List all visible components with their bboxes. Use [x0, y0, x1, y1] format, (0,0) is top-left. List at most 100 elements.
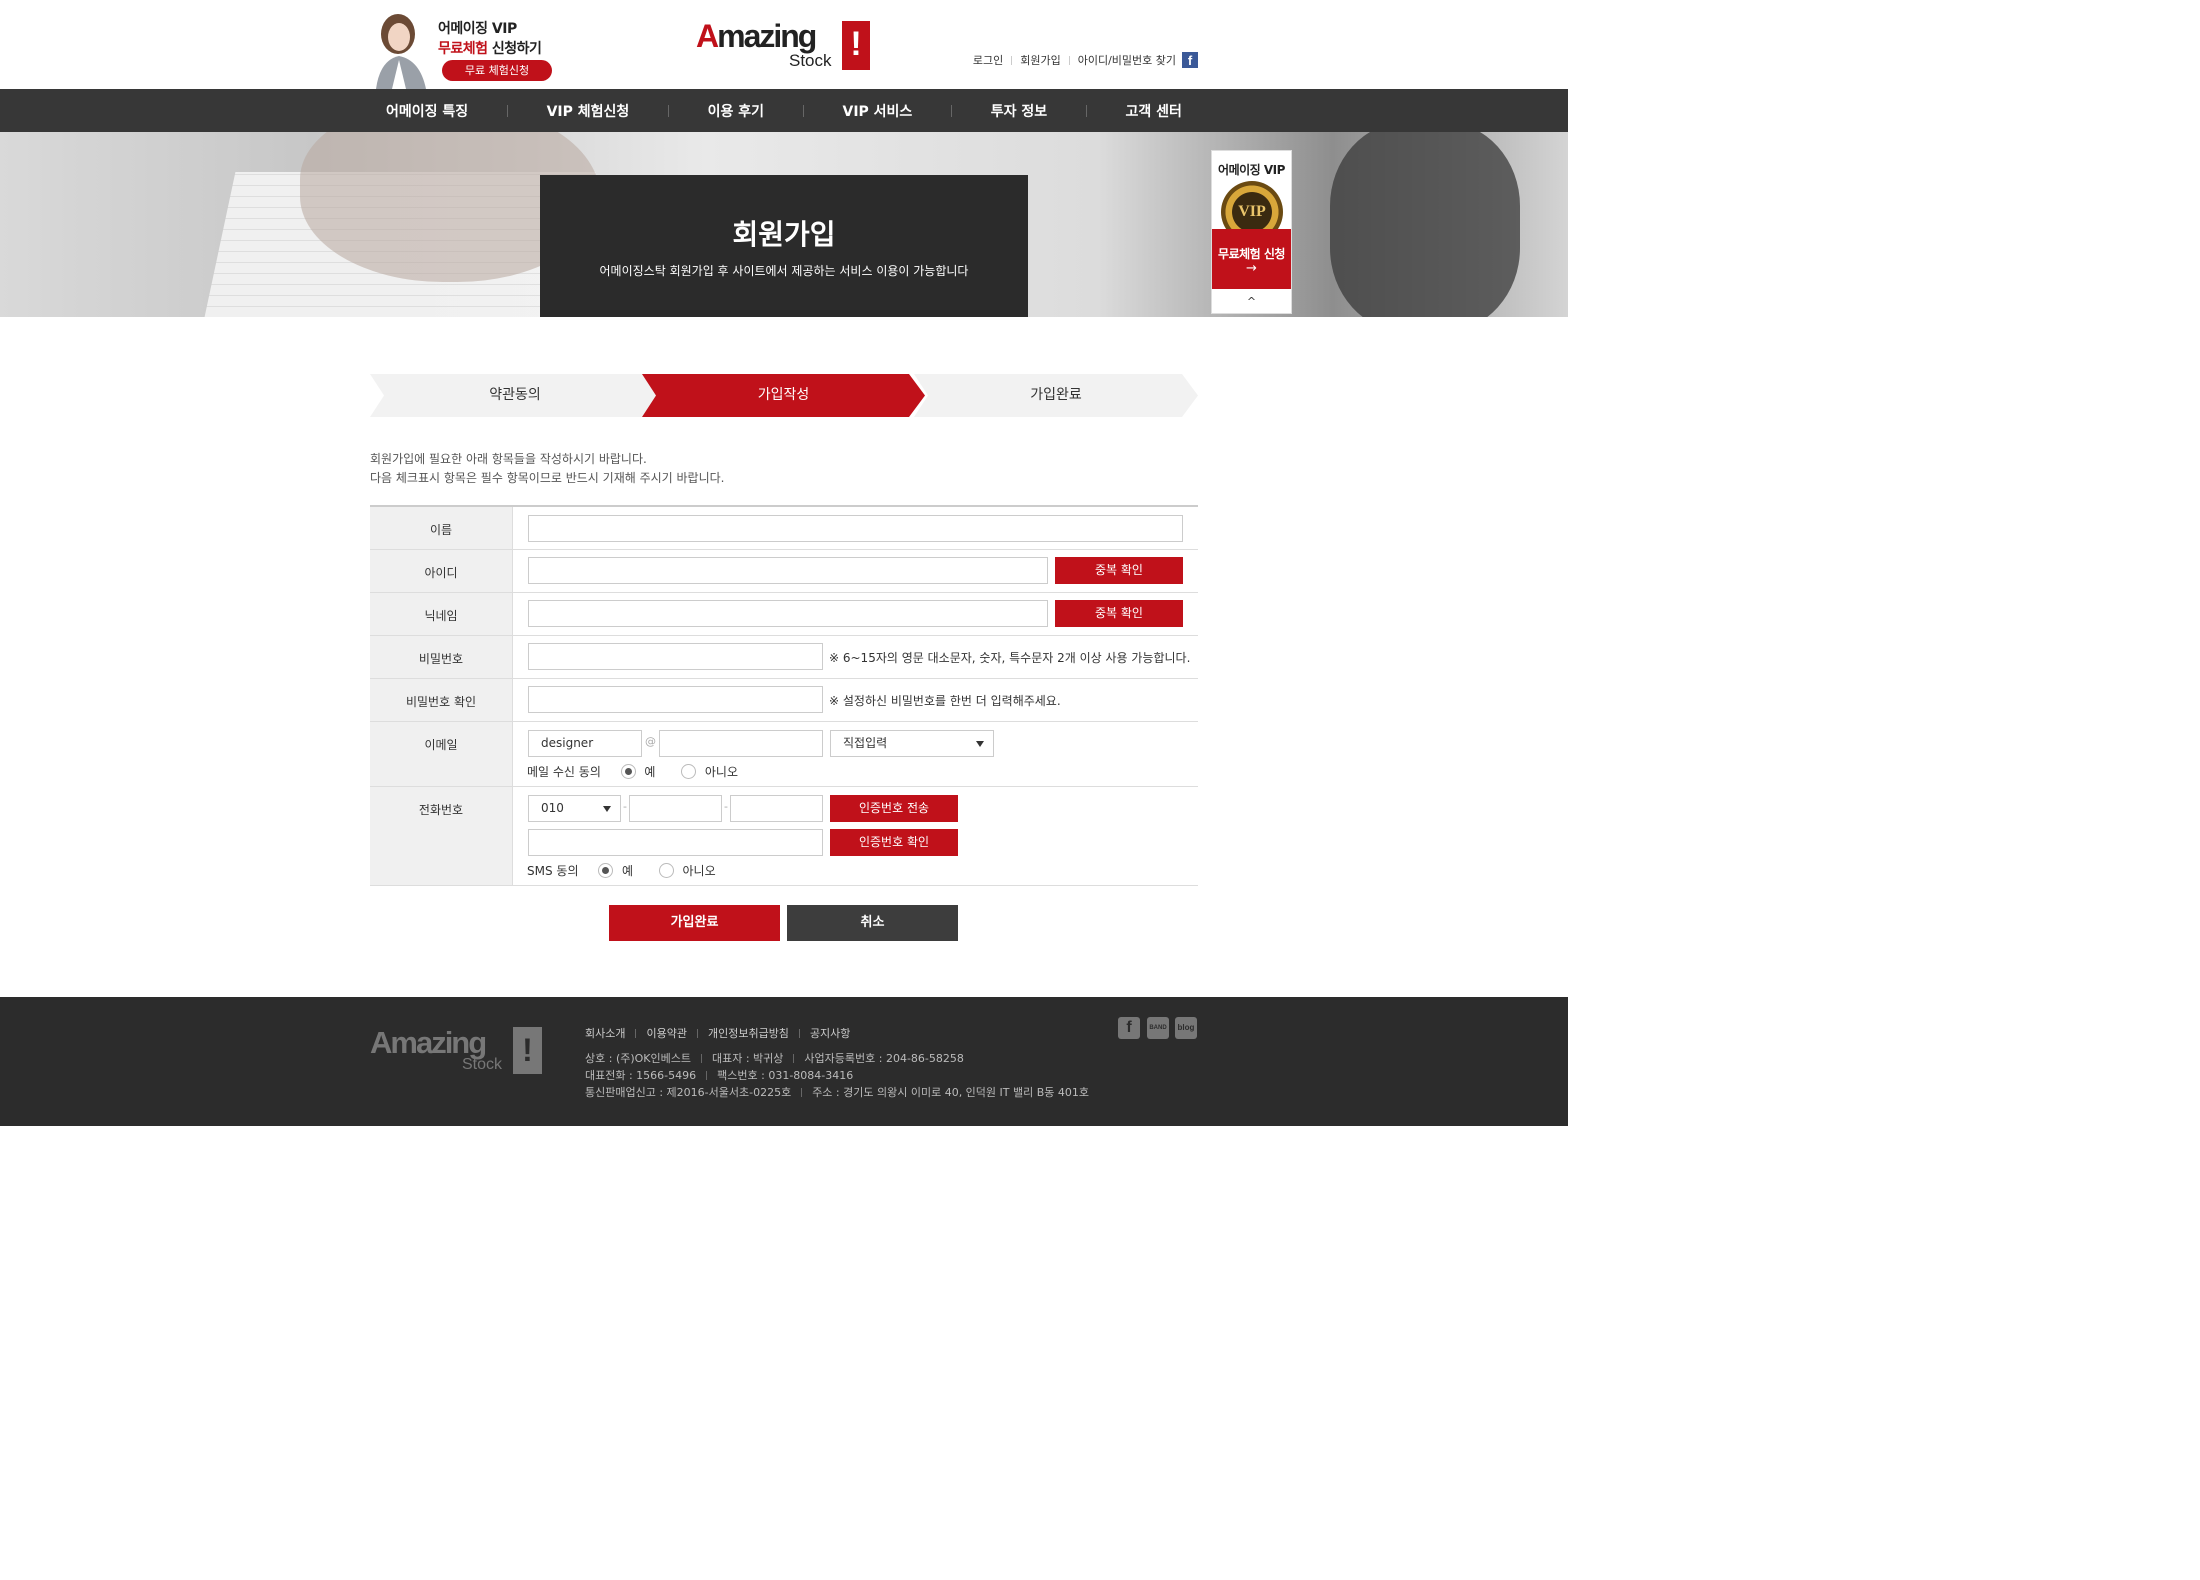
side-vip-banner[interactable]: 어메이징 VIP VIP 무료체험 신청 → ^: [1211, 150, 1292, 314]
email-user-input[interactable]: designer: [528, 730, 642, 757]
footer-link-privacy[interactable]: 개인정보취급방침: [708, 1025, 789, 1041]
sms-consent-yes-radio[interactable]: [598, 863, 614, 878]
nav-divider: [951, 104, 953, 117]
nav-item-vip-trial[interactable]: VIP 체험신청: [531, 101, 646, 121]
nav-item-features[interactable]: 어메이징 특징: [370, 101, 484, 121]
top-header: 어메이징 VIP 무료체험 신청하기 무료 체험신청 Amazing Stock…: [0, 0, 1568, 89]
footer-link-notice[interactable]: 공지사항: [810, 1025, 850, 1041]
footer-logo-exclaim-icon: !: [513, 1027, 542, 1074]
name-input[interactable]: [528, 515, 1183, 542]
intro-line2: 다음 체크표시 항목은 필수 항목이므로 반드시 기재해 주시기 바랍니다.: [370, 471, 725, 485]
email-at-sign: @: [645, 735, 656, 748]
sms-consent-no-radio[interactable]: [658, 863, 674, 878]
phone-label: 전화번호: [418, 803, 464, 817]
footer-divider: [701, 1053, 702, 1063]
nav-divider: [667, 104, 669, 117]
footer-link-about[interactable]: 회사소개: [585, 1025, 625, 1041]
id-duplicate-check-button[interactable]: 중복 확인: [1055, 557, 1183, 584]
form-label: 이름: [370, 507, 513, 549]
scroll-top-icon[interactable]: ^: [1212, 291, 1291, 313]
send-verification-code-button[interactable]: 인증번호 전송: [830, 795, 958, 822]
logo-amazing-rest: mazing: [717, 18, 817, 54]
mail-consent-no-radio[interactable]: [681, 764, 697, 779]
footer-address: 주소 : 경기도 의왕시 이미로 40, 인덕원 IT 밸리 B동 401호: [812, 1086, 1090, 1099]
step-form-label: 가입작성: [757, 387, 810, 403]
form-row-password-confirm: 비밀번호 확인 ※ 설정하신 비밀번호를 한번 더 입력해주세요.: [370, 679, 1198, 722]
footer-info-line1: 상호 : (주)OK인베스트 대표자 : 박귀상 사업자등록번호 : 204-8…: [585, 1050, 964, 1066]
vip-promo-banner[interactable]: 어메이징 VIP 무료체험 신청하기 무료 체험신청: [370, 10, 560, 89]
phone-last-input[interactable]: [730, 795, 823, 822]
promo-line2: 무료체험 신청하기: [438, 38, 542, 58]
form-label: 닉네임: [370, 593, 513, 635]
password-confirm-input[interactable]: [528, 686, 823, 713]
email-domain-input[interactable]: [659, 730, 823, 757]
side-free-trial-label: 무료체험 신청: [1218, 247, 1285, 261]
footer-links: 회사소개 이용약관 개인정보취급방침 공지사항: [585, 1025, 850, 1041]
cancel-button[interactable]: 취소: [787, 905, 958, 941]
blog-icon[interactable]: blog: [1175, 1017, 1197, 1039]
submit-signup-button[interactable]: 가입완료: [609, 905, 780, 941]
phone-prefix-select[interactable]: 010: [528, 795, 621, 822]
form-row-name: 이름: [370, 507, 1198, 550]
util-divider: [1068, 55, 1070, 65]
verification-code-input[interactable]: [528, 829, 823, 856]
footer-ecommerce: 통신판매업신고 : 제2016-서울서초-0225호: [585, 1086, 792, 1099]
join-link[interactable]: 회원가입: [1020, 52, 1060, 68]
phone-middle-input[interactable]: [629, 795, 722, 822]
form-label: 이메일: [370, 722, 513, 786]
email-domain-select[interactable]: 직접입력: [830, 730, 994, 757]
facebook-icon[interactable]: f: [1182, 52, 1198, 68]
email-label: 이메일: [424, 738, 458, 752]
nickname-duplicate-check-button[interactable]: 중복 확인: [1055, 600, 1183, 627]
sms-consent-yes-label: 예: [621, 864, 634, 878]
footer-logo: Amazing Stock !: [370, 1025, 545, 1075]
utility-links: 로그인 회원가입 아이디/비밀번호 찾기 f: [973, 52, 1198, 68]
signup-form: 이름 아이디 중복 확인 닉네임 중복 확인 비밀번호 ※ 6~15자의 영문 …: [370, 505, 1198, 886]
logo-a-letter: A: [696, 18, 719, 54]
nickname-input[interactable]: [528, 600, 1048, 627]
nav-divider: [1085, 104, 1087, 117]
nav-divider: [506, 104, 508, 117]
band-icon[interactable]: BAND: [1147, 1017, 1169, 1039]
facebook-icon[interactable]: f: [1118, 1017, 1140, 1039]
name-label: 이름: [429, 523, 453, 537]
footer-link-terms[interactable]: 이용약관: [646, 1025, 686, 1041]
nav-divider: [802, 104, 804, 117]
id-input[interactable]: [528, 557, 1048, 584]
footer-logo-stock: Stock: [462, 1056, 503, 1073]
find-account-link[interactable]: 아이디/비밀번호 찾기: [1078, 52, 1176, 68]
hero-banner: 회원가입 어메이징스탁 회원가입 후 사이트에서 제공하는 서비스 이용이 가능…: [0, 132, 1568, 317]
site-logo[interactable]: Amazing Stock !: [696, 18, 872, 72]
page-subtitle: 어메이징스탁 회원가입 후 사이트에서 제공하는 서비스 이용이 가능합니다: [599, 264, 969, 278]
nav-item-reviews[interactable]: 이용 후기: [692, 101, 780, 121]
footer-divider: [801, 1087, 803, 1097]
mail-consent-yes-label: 예: [644, 765, 656, 779]
logo-stock-text: Stock: [789, 51, 832, 70]
free-trial-button[interactable]: 무료 체험신청: [442, 60, 552, 81]
form-row-email: 이메일 designer @ 직접입력 메일 수신 동의 예 아니오: [370, 722, 1198, 787]
login-link[interactable]: 로그인: [973, 52, 1003, 68]
footer-logo-a: A: [370, 1025, 392, 1060]
side-free-trial-button[interactable]: 무료체험 신청 →: [1212, 229, 1291, 289]
footer: Amazing Stock ! 회사소개 이용약관 개인정보취급방침 공지사항 …: [0, 997, 1568, 1126]
footer-logo-rest: mazing: [390, 1025, 487, 1060]
mail-consent-yes-radio[interactable]: [620, 764, 636, 779]
phone-dash: -: [724, 800, 728, 813]
nav-item-vip-service[interactable]: VIP 서비스: [826, 101, 928, 121]
phone-prefix-value: 010: [541, 801, 564, 815]
nav-item-invest-info[interactable]: 투자 정보: [975, 101, 1063, 121]
footer-divider: [798, 1028, 800, 1038]
password-input[interactable]: [528, 643, 823, 670]
form-label: 전화번호: [370, 787, 513, 885]
footer-divider: [793, 1053, 795, 1063]
main-navigation: 어메이징 특징 VIP 체험신청 이용 후기 VIP 서비스 투자 정보 고객 …: [0, 89, 1568, 132]
promo-line2-rest: 신청하기: [487, 41, 542, 57]
form-label: 비밀번호 확인: [370, 679, 513, 721]
verify-code-button[interactable]: 인증번호 확인: [830, 829, 958, 856]
form-row-password: 비밀번호 ※ 6~15자의 영문 대소문자, 숫자, 특수문자 2개 이상 사용…: [370, 636, 1198, 679]
form-label: 아이디: [370, 550, 513, 592]
footer-divider: [696, 1028, 698, 1038]
nav-item-support[interactable]: 고객 센터: [1110, 101, 1198, 121]
password-confirm-label: 비밀번호 확인: [405, 695, 477, 709]
signup-steps: 약관동의 가입작성 가입완료: [370, 374, 1198, 417]
